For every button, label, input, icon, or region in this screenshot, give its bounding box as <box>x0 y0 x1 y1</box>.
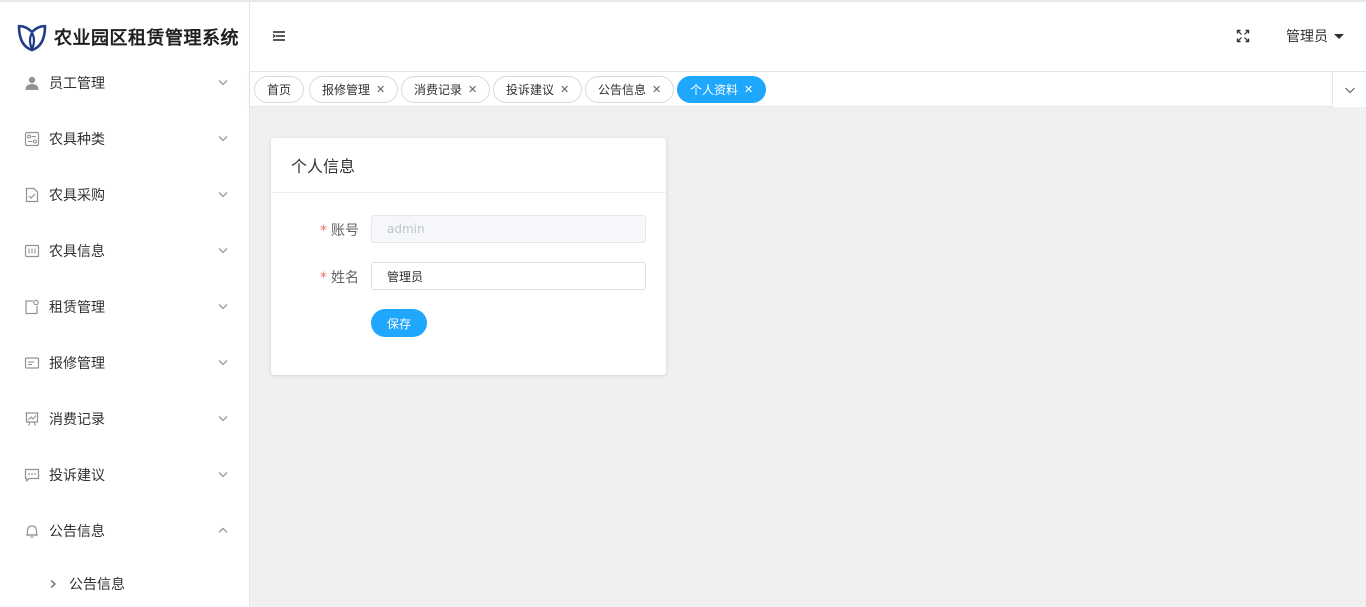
trend-chart-icon <box>24 411 40 427</box>
tag-repair[interactable]: 报修管理 ✕ <box>309 76 399 103</box>
top-header: 管理员 <box>250 0 1366 72</box>
tag-profile[interactable]: 个人资料 ✕ <box>677 76 767 103</box>
caret-down-icon <box>1334 33 1344 39</box>
tag-consumption[interactable]: 消费记录 ✕ <box>401 76 491 103</box>
chevron-down-icon <box>217 300 229 312</box>
sidebar-item-tool-info[interactable]: 农具信息 <box>0 223 249 279</box>
ticket-icon <box>24 355 40 371</box>
chevron-down-icon <box>217 188 229 200</box>
tag-label: 个人资料 <box>690 83 739 97</box>
chevron-up-icon <box>217 524 229 536</box>
tag-home[interactable]: 首页 <box>254 76 305 103</box>
chevron-down-icon <box>1344 87 1355 93</box>
account-label: * 账号 <box>320 223 359 239</box>
close-icon[interactable]: ✕ <box>652 83 661 96</box>
fullscreen-icon[interactable] <box>1236 29 1250 43</box>
chat-dots-icon <box>24 467 40 483</box>
sidebar-item-notices[interactable]: 公告信息 <box>0 503 249 559</box>
sidebar-item-label: 员工管理 <box>49 76 105 92</box>
tag-label: 消费记录 <box>414 83 463 97</box>
save-button[interactable]: 保存 <box>371 309 427 337</box>
sidebar-subitem-notices[interactable]: 公告信息 <box>0 559 249 607</box>
sidebar-item-tool-category[interactable]: 农具种类 <box>0 111 249 167</box>
form-row-name: * 姓名 <box>271 262 666 290</box>
sidebar: 员工管理 农具种类 农具采购 农具信息 租赁管理 报修管理 消费记录 投诉建议 … <box>0 72 250 607</box>
document-check-icon <box>24 187 40 203</box>
hamburger-icon[interactable] <box>272 29 286 43</box>
sidebar-item-label: 农具信息 <box>49 244 105 260</box>
sidebar-item-consumption[interactable]: 消费记录 <box>0 391 249 447</box>
bell-icon <box>24 523 40 539</box>
tag-label: 投诉建议 <box>506 83 555 97</box>
sidebar-item-rental[interactable]: 租赁管理 <box>0 279 249 335</box>
required-asterisk: * <box>320 223 327 239</box>
sidebar-item-repair[interactable]: 报修管理 <box>0 335 249 391</box>
sidebar-item-label: 公告信息 <box>49 524 105 540</box>
tag-complaints[interactable]: 投诉建议 ✕ <box>493 76 583 103</box>
chevron-down-icon <box>217 356 229 368</box>
sidebar-item-label: 农具种类 <box>49 132 105 148</box>
sidebar-item-tool-purchase[interactable]: 农具采购 <box>0 167 249 223</box>
sidebar-item-label: 投诉建议 <box>49 468 105 484</box>
sidebar-item-staff[interactable]: 员工管理 <box>0 72 249 111</box>
tags-more-dropdown[interactable] <box>1332 72 1366 107</box>
form-row-account: * 账号 <box>271 215 666 243</box>
barcode-icon <box>24 243 40 259</box>
user-dropdown[interactable]: 管理员 <box>1286 26 1344 46</box>
main-content: 个人信息 *账号 *姓名 保存 <box>250 107 1366 607</box>
user-icon <box>24 75 40 91</box>
account-field[interactable] <box>371 215 646 243</box>
chevron-down-icon <box>217 132 229 144</box>
card-title: 个人信息 <box>271 138 666 193</box>
tag-notices[interactable]: 公告信息 ✕ <box>585 76 675 103</box>
sidebar-item-label: 农具采购 <box>49 188 105 204</box>
tag-label: 首页 <box>267 83 292 97</box>
name-field[interactable] <box>371 262 646 290</box>
sidebar-item-label: 消费记录 <box>49 412 105 428</box>
tags-view-bar: 首页 报修管理 ✕ 消费记录 ✕ 投诉建议 ✕ 公告信息 ✕ 个人资料 ✕ <box>250 72 1366 107</box>
category-icon <box>24 131 40 147</box>
chevron-down-icon <box>217 468 229 480</box>
sidebar-item-complaints[interactable]: 投诉建议 <box>0 447 249 503</box>
sidebar-subitem-label: 公告信息 <box>69 577 125 593</box>
close-icon[interactable]: ✕ <box>376 83 385 96</box>
required-asterisk: * <box>320 270 327 286</box>
profile-card: 个人信息 *账号 *姓名 保存 <box>271 138 666 375</box>
app-title: 农业园区租赁管理系统 <box>54 28 239 49</box>
chevron-down-icon <box>217 244 229 256</box>
sidebar-item-label: 租赁管理 <box>49 300 105 316</box>
chevron-down-icon <box>217 76 229 88</box>
close-icon[interactable]: ✕ <box>560 83 569 96</box>
chevron-down-icon <box>217 412 229 424</box>
user-name: 管理员 <box>1286 29 1328 45</box>
name-label: * 姓名 <box>320 270 359 286</box>
sidebar-item-label: 报修管理 <box>49 356 105 372</box>
chevron-right-icon <box>48 579 58 589</box>
logo-area: 农业园区租赁管理系统 <box>0 0 250 72</box>
notebook-icon <box>24 299 40 315</box>
close-icon[interactable]: ✕ <box>468 83 477 96</box>
tag-label: 报修管理 <box>322 83 371 97</box>
leaf-shield-logo <box>17 24 47 52</box>
tag-label: 公告信息 <box>598 83 647 97</box>
close-icon[interactable]: ✕ <box>744 83 753 96</box>
